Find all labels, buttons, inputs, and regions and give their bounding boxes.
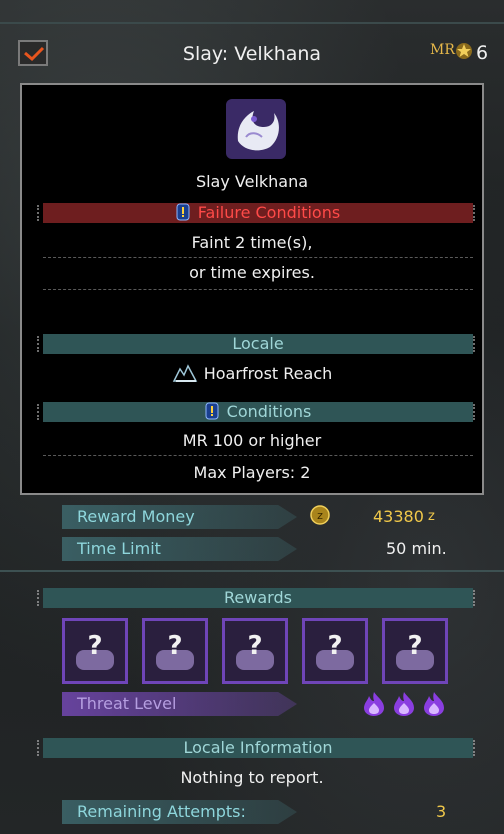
exclamation-icon	[176, 203, 190, 221]
locale-bar: Locale	[37, 334, 475, 354]
monster-name: Slay Velkhana	[195, 172, 309, 191]
locale-information-text: Nothing to report.	[180, 768, 324, 787]
locale-title: Locale	[232, 334, 284, 353]
quest-title: Slay: Velkhana	[182, 43, 322, 65]
divider	[43, 455, 473, 456]
hoarfrost-reach-icon	[172, 364, 197, 382]
threat-flame-icon	[422, 691, 446, 721]
reward-slot[interactable]: ?	[222, 618, 288, 684]
failure-conditions-title: Failure Conditions	[197, 203, 341, 222]
reward-slot[interactable]: ?	[142, 618, 208, 684]
reward-money-label: Reward Money	[62, 505, 297, 529]
divider	[43, 257, 473, 258]
reward-money-value: 43380	[373, 507, 424, 526]
unknown-reward-icon: ?	[396, 631, 434, 670]
mr-star-icon	[456, 43, 472, 59]
section-separator	[0, 570, 504, 572]
mr-value: 6	[476, 42, 489, 64]
exclamation-icon	[205, 402, 219, 420]
time-limit-label: Time Limit	[62, 537, 297, 561]
condition-mr: MR 100 or higher	[182, 431, 322, 450]
mr-label: MR	[430, 42, 455, 58]
zenny-coin-icon: z	[310, 505, 330, 525]
rewards-title: Rewards	[224, 588, 292, 607]
failure-conditions-bar: Failure Conditions	[37, 203, 475, 223]
unknown-reward-icon: ?	[156, 631, 194, 670]
threat-level-label: Threat Level	[62, 692, 297, 716]
unknown-reward-icon: ?	[76, 631, 114, 670]
failure-line-1: Faint 2 time(s),	[191, 233, 313, 252]
locale-information-title: Locale Information	[183, 738, 333, 757]
reward-slot[interactable]: ?	[382, 618, 448, 684]
condition-players: Max Players: 2	[193, 463, 311, 482]
svg-text:?: ?	[247, 631, 262, 661]
svg-text:?: ?	[327, 631, 342, 661]
svg-text:?: ?	[87, 631, 102, 661]
rewards-bar: Rewards	[37, 588, 475, 608]
svg-text:?: ?	[407, 631, 422, 661]
failure-line-2: or time expires.	[189, 263, 315, 282]
remaining-attempts-value: 3	[436, 802, 447, 821]
locale-line: Hoarfrost Reach	[0, 363, 504, 383]
remaining-attempts-label: Remaining Attempts:	[62, 800, 297, 824]
reward-slot[interactable]: ?	[302, 618, 368, 684]
divider	[43, 289, 473, 290]
reward-slot[interactable]: ?	[62, 618, 128, 684]
threat-flame-icon	[362, 691, 386, 721]
conditions-title: Conditions	[226, 402, 312, 421]
unknown-reward-icon: ?	[236, 631, 274, 670]
top-border	[0, 22, 504, 24]
reward-money-unit: z	[428, 509, 435, 524]
locale-information-bar: Locale Information	[37, 738, 475, 758]
svg-text:?: ?	[167, 631, 182, 661]
unknown-reward-icon: ?	[316, 631, 354, 670]
velkhana-icon	[226, 99, 286, 159]
svg-text:z: z	[317, 509, 323, 522]
time-limit-value: 50 min.	[386, 539, 447, 558]
conditions-bar: Conditions	[37, 402, 475, 422]
locale-name: Hoarfrost Reach	[203, 364, 333, 383]
threat-flame-icon	[392, 691, 416, 721]
